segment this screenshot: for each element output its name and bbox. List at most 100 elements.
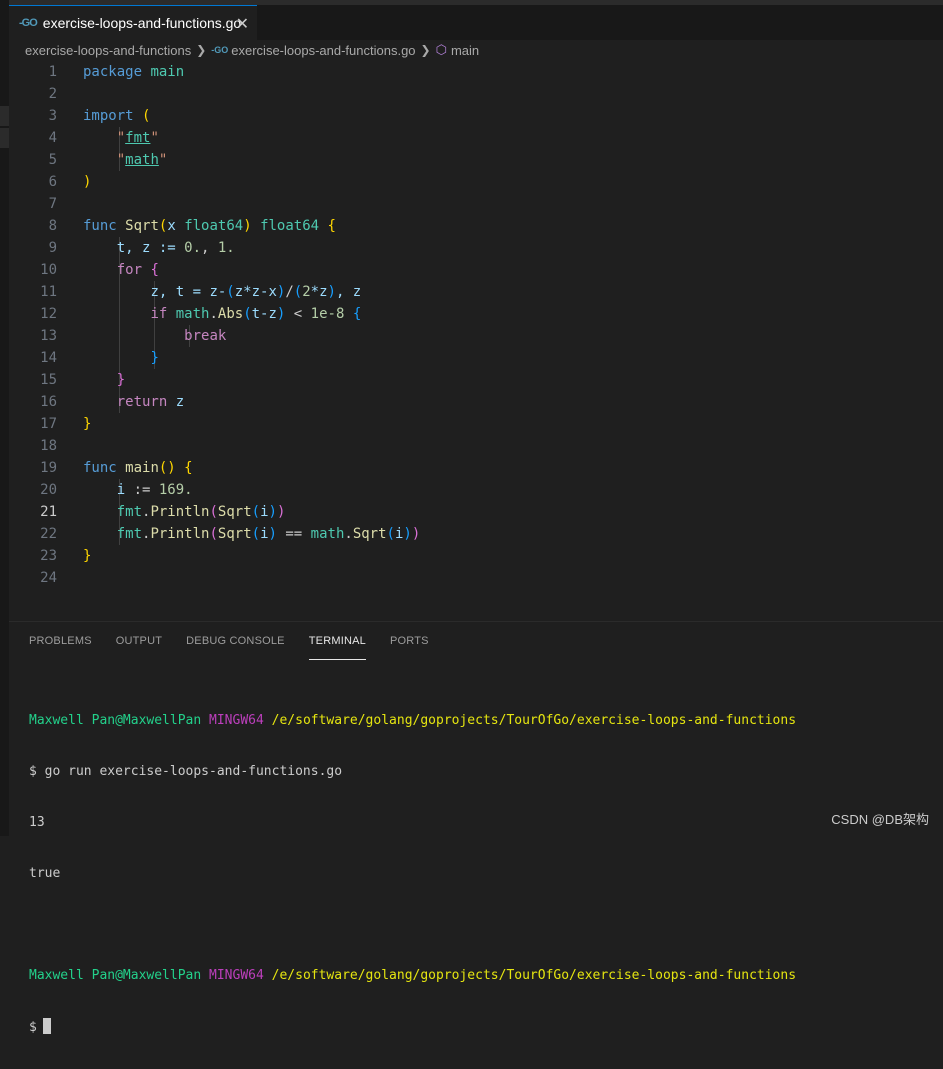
import-path: math	[125, 152, 159, 168]
line-number: 6	[48, 174, 57, 190]
code-line: 11 z, t = z-(z*z-x)/(2*z), z	[9, 281, 943, 303]
code-line: 19 func main() {	[9, 457, 943, 479]
line-number: 13	[40, 328, 57, 344]
code-text: i	[260, 504, 269, 520]
code-line: 2	[9, 83, 943, 105]
gutter-mark	[0, 128, 9, 148]
code-text: i	[260, 526, 269, 542]
function-call: Sqrt	[352, 526, 387, 542]
line-number: 1	[48, 64, 57, 80]
line-number: 2	[48, 86, 57, 102]
line-number: 3	[48, 108, 57, 124]
package-ref: fmt	[116, 504, 143, 520]
terminal-cursor	[42, 1018, 51, 1034]
line-number: 4	[48, 130, 57, 146]
terminal-path: /e/software/golang/goprojects/TourOfGo/e…	[271, 713, 797, 728]
terminal-prompt-line: Maxwell Pan@MaxwellPan MINGW64 /e/softwa…	[29, 712, 796, 729]
breadcrumb: exercise-loops-and-functions ❯ -GO exerc…	[9, 40, 943, 60]
tab-exercise-file[interactable]: -GO exercise-loops-and-functions.go ✕	[9, 5, 257, 40]
chevron-right-icon: ❯	[196, 43, 207, 57]
number: 1.	[217, 240, 235, 256]
line-number: 8	[48, 218, 57, 234]
code-text: t, z :=	[116, 240, 185, 256]
bottom-panel: PROBLEMS OUTPUT DEBUG CONSOLE TERMINAL P…	[9, 621, 943, 1035]
code-editor[interactable]: 1 package main 2 3 import ( 4 "fmt" 5 "mat…	[9, 61, 943, 621]
function-call: Println	[150, 504, 210, 520]
close-icon[interactable]: ✕	[236, 14, 249, 34]
breadcrumb-symbol[interactable]: main	[451, 43, 479, 58]
symbol-function-icon: ⬡	[435, 42, 447, 57]
function-call: Println	[150, 526, 210, 542]
import-path: fmt	[125, 130, 151, 146]
keyword: func	[83, 460, 117, 476]
panel-tabs: PROBLEMS OUTPUT DEBUG CONSOLE TERMINAL P…	[9, 622, 943, 660]
number: 169.	[158, 482, 193, 498]
package-ref: math	[310, 526, 345, 542]
code-text: z, t = z-	[150, 284, 227, 300]
tab-output[interactable]: OUTPUT	[116, 622, 162, 660]
line-number: 21	[40, 504, 57, 520]
line-number: 5	[48, 152, 57, 168]
function-name: main	[125, 460, 159, 476]
operator: <	[285, 306, 311, 322]
function-call: Sqrt	[217, 526, 252, 542]
line-number: 16	[40, 394, 57, 410]
line-number: 14	[40, 350, 57, 366]
code-line: 15 }	[9, 369, 943, 391]
code-line: 5 "math"	[9, 149, 943, 171]
tab-debug-console[interactable]: DEBUG CONSOLE	[186, 622, 285, 660]
code-line-active: 21 fmt.Println(Sqrt(i))	[9, 501, 943, 523]
code-line: 12 if math.Abs(t-z) < 1e-8 {	[9, 303, 943, 325]
terminal-path: /e/software/golang/goprojects/TourOfGo/e…	[271, 968, 797, 983]
package-name: main	[150, 64, 185, 80]
function-call: Abs	[217, 306, 244, 322]
tab-label: exercise-loops-and-functions.go	[42, 15, 242, 31]
gutter-mark	[0, 106, 9, 126]
code-text: , z	[335, 284, 362, 300]
number: 0.	[184, 240, 202, 256]
terminal-user: Maxwell Pan@MaxwellPan	[29, 713, 202, 728]
function-name: Sqrt	[125, 218, 159, 234]
code-text: i	[116, 482, 126, 498]
activity-bar-edge	[0, 0, 9, 836]
terminal-output-line: 13	[29, 815, 45, 830]
keyword: if	[150, 306, 168, 322]
code-text: z*z-x	[234, 284, 277, 300]
line-number: 22	[40, 526, 57, 542]
code-line: 18	[9, 435, 943, 457]
line-number: 11	[40, 284, 57, 300]
breadcrumb-file[interactable]: exercise-loops-and-functions.go	[231, 43, 415, 58]
line-number: 23	[40, 548, 57, 564]
operator: ==	[276, 526, 311, 542]
watermark: CSDN @DB架构	[831, 812, 929, 827]
terminal-input-line[interactable]: $	[29, 1018, 796, 1035]
terminal-shell: MINGW64	[209, 968, 264, 983]
code-text: z	[175, 394, 185, 410]
code-line: 6)	[9, 171, 943, 193]
terminal-user: Maxwell Pan@MaxwellPan	[29, 968, 202, 983]
line-number: 20	[40, 482, 57, 498]
line-number: 19	[40, 460, 57, 476]
line-number: 15	[40, 372, 57, 388]
number: 1e-8	[310, 306, 345, 322]
terminal-output[interactable]: Maxwell Pan@MaxwellPan MINGW64 /e/softwa…	[29, 678, 796, 1069]
function-call: Sqrt	[217, 504, 252, 520]
code-line: 16 return z	[9, 391, 943, 413]
terminal-command: $ go run exercise-loops-and-functions.go	[29, 764, 343, 779]
breadcrumb-folder[interactable]: exercise-loops-and-functions	[25, 43, 191, 58]
code-line: 13 break	[9, 325, 943, 347]
package-ref: math	[175, 306, 210, 322]
editor-tab-bar: -GO exercise-loops-and-functions.go ✕	[9, 0, 943, 40]
go-file-icon: -GO	[19, 17, 38, 29]
tab-ports[interactable]: PORTS	[390, 622, 429, 660]
code-line: 22 fmt.Println(Sqrt(i) == math.Sqrt(i))	[9, 523, 943, 545]
code-text: t-z	[251, 306, 277, 322]
tab-terminal[interactable]: TERMINAL	[308, 622, 366, 660]
keyword: return	[116, 394, 168, 410]
tab-problems[interactable]: PROBLEMS	[29, 622, 92, 660]
line-number: 24	[40, 570, 57, 586]
line-number: 12	[40, 306, 57, 322]
code-line: 3 import (	[9, 105, 943, 127]
package-ref: fmt	[116, 526, 143, 542]
